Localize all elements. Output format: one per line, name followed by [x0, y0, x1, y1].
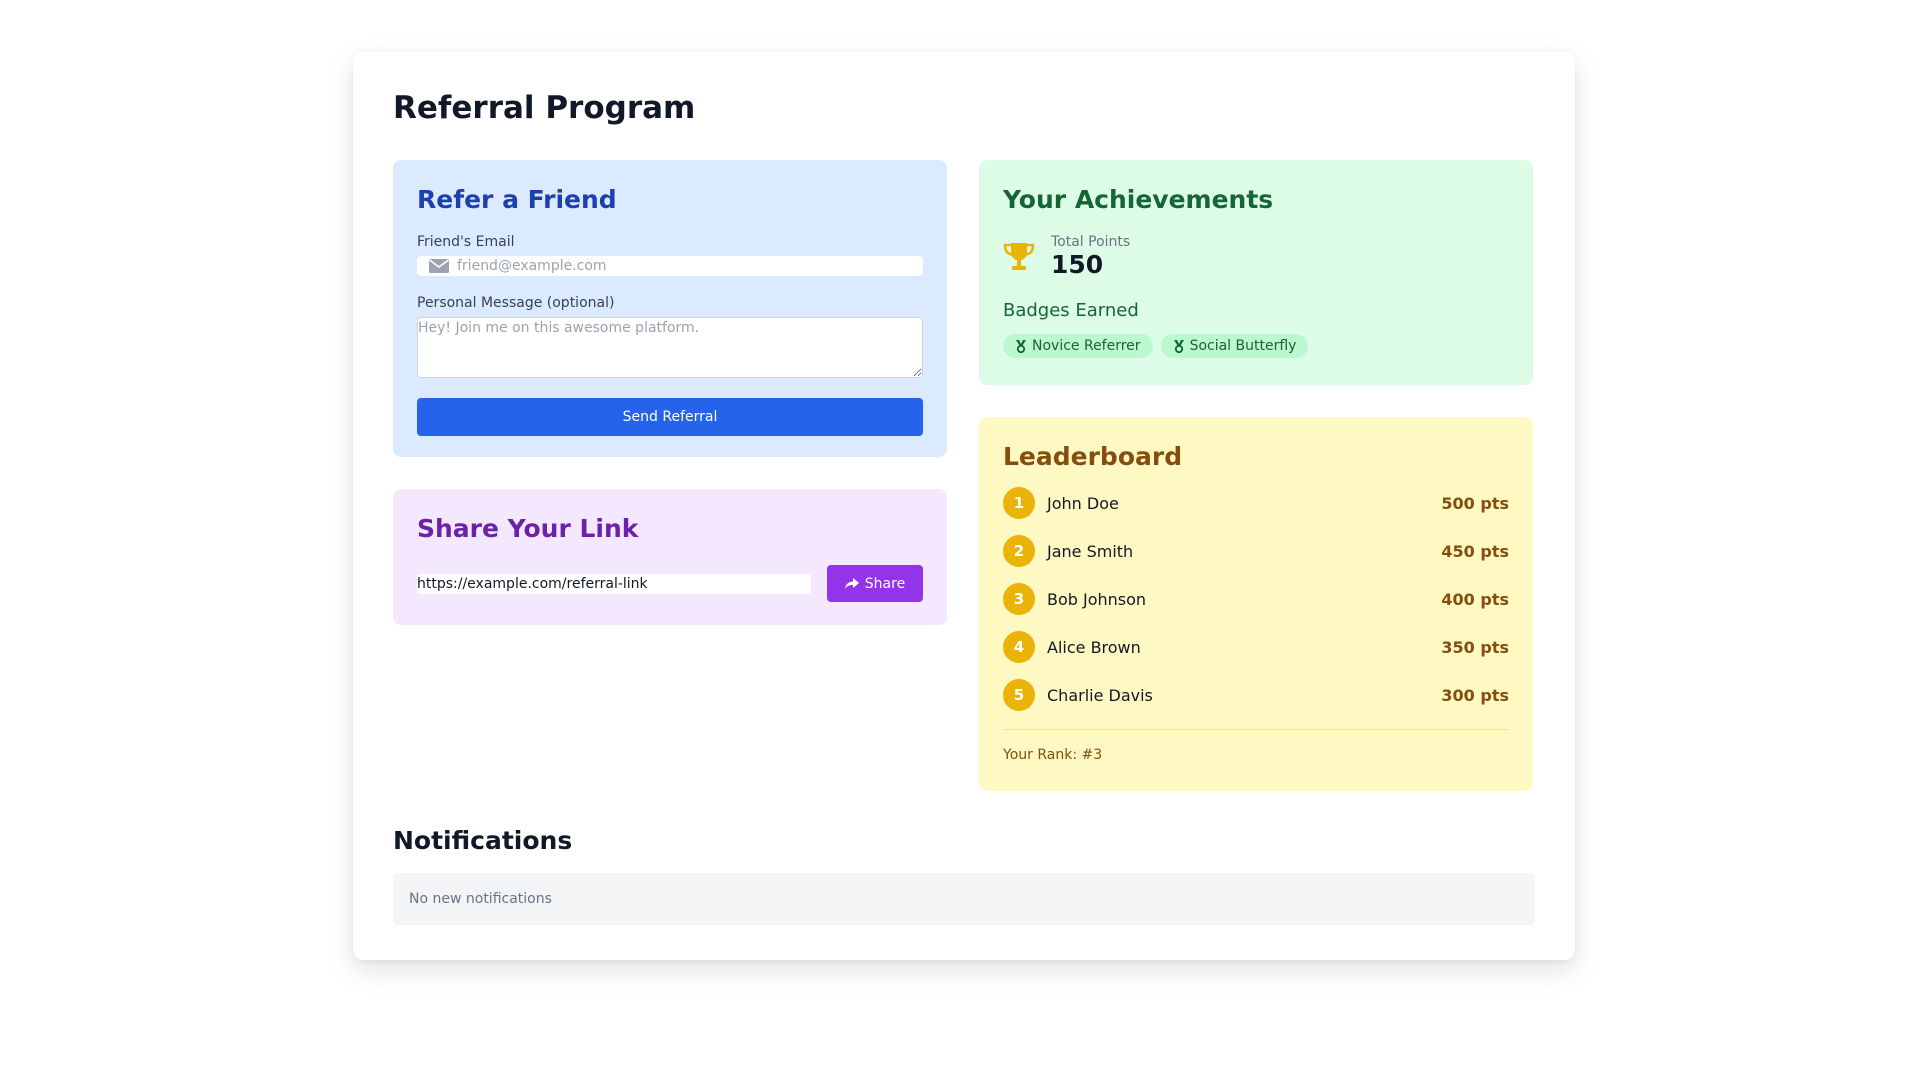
total-points-value: 150 [1051, 250, 1104, 279]
points-row: Total Points 150 [1003, 234, 1509, 280]
send-referral-button[interactable]: Send Referral [417, 398, 923, 436]
badge-label: Novice Referrer [1032, 338, 1141, 354]
leaderboard-points: 400 pts [1441, 589, 1509, 609]
leaderboard-name: Alice Brown [1047, 637, 1141, 657]
leaderboard-points: 500 pts [1441, 493, 1509, 513]
referral-program-container: Referral Program Refer a Friend Friend's… [353, 52, 1575, 960]
total-points-label: Total Points [1051, 234, 1131, 250]
share-link-card: Share Your Link Share [393, 489, 947, 625]
email-field[interactable] [417, 256, 923, 276]
leaderboard-title: Leaderboard [1003, 442, 1183, 471]
badge-label: Social Butterfly [1189, 338, 1297, 354]
leaderboard-row: 3 Bob Johnson 400 pts [1003, 583, 1509, 615]
leaderboard-name: John Doe [1047, 493, 1119, 513]
rank-badge: 4 [1003, 631, 1035, 663]
trophy-icon [1003, 243, 1035, 270]
leaderboard-points: 450 pts [1441, 541, 1509, 561]
right-column: Your Achievements Total Points 150 Badge… [979, 160, 1533, 791]
envelope-icon [429, 259, 449, 273]
leaderboard-divider [1003, 729, 1509, 730]
rank-badge: 5 [1003, 679, 1035, 711]
leaderboard-row: 1 John Doe 500 pts [1003, 487, 1509, 519]
notifications-box: No new notifications [393, 873, 1535, 925]
share-button-label: Share [864, 575, 906, 592]
leaderboard-card: Leaderboard 1 John Doe 500 pts 2 Jane Sm… [979, 417, 1533, 791]
points-block: Total Points 150 [1051, 234, 1130, 280]
leaderboard-points: 350 pts [1441, 637, 1509, 657]
badge-novice-referrer: Novice Referrer [1003, 334, 1153, 358]
medal-icon [1173, 339, 1184, 353]
badges-earned-title: Badges Earned [1003, 300, 1139, 321]
leaderboard-name: Jane Smith [1047, 541, 1134, 561]
achievements-card: Your Achievements Total Points 150 Badge… [979, 160, 1533, 385]
rank-badge: 3 [1003, 583, 1035, 615]
email-label: Friend's Email [417, 234, 515, 250]
message-textarea[interactable] [417, 317, 923, 378]
share-button[interactable]: Share [827, 565, 923, 602]
achievements-title: Your Achievements [1003, 185, 1274, 214]
page-title: Referral Program [393, 90, 696, 126]
leaderboard-row: 4 Alice Brown 350 pts [1003, 631, 1509, 663]
notifications-empty-text: No new notifications [409, 891, 552, 907]
referral-link-input[interactable] [417, 573, 811, 594]
message-label: Personal Message (optional) [417, 295, 615, 311]
left-column: Refer a Friend Friend's Email Personal M… [393, 160, 947, 791]
share-row: Share [417, 565, 923, 602]
main-grid: Refer a Friend Friend's Email Personal M… [393, 160, 1535, 791]
share-link-title: Share Your Link [417, 514, 639, 543]
rank-badge: 2 [1003, 535, 1035, 567]
leaderboard-points: 300 pts [1441, 685, 1509, 705]
share-arrow-icon [844, 577, 859, 589]
notifications-title: Notifications [393, 826, 573, 855]
leaderboard-list: 1 John Doe 500 pts 2 Jane Smith 450 pts … [1003, 487, 1509, 711]
leaderboard-row: 2 Jane Smith 450 pts [1003, 535, 1509, 567]
badges-list: Novice Referrer Social Butterfly [1003, 334, 1509, 358]
leaderboard-name: Bob Johnson [1047, 589, 1147, 609]
refer-friend-card: Refer a Friend Friend's Email Personal M… [393, 160, 947, 457]
medal-icon [1016, 339, 1026, 353]
email-input[interactable] [457, 258, 923, 274]
refer-friend-title: Refer a Friend [417, 185, 617, 214]
rank-badge: 1 [1003, 487, 1035, 519]
your-rank: Your Rank: #3 [1003, 747, 1103, 763]
leaderboard-row: 5 Charlie Davis 300 pts [1003, 679, 1509, 711]
badge-social-butterfly: Social Butterfly [1160, 334, 1309, 358]
leaderboard-name: Charlie Davis [1047, 685, 1153, 705]
